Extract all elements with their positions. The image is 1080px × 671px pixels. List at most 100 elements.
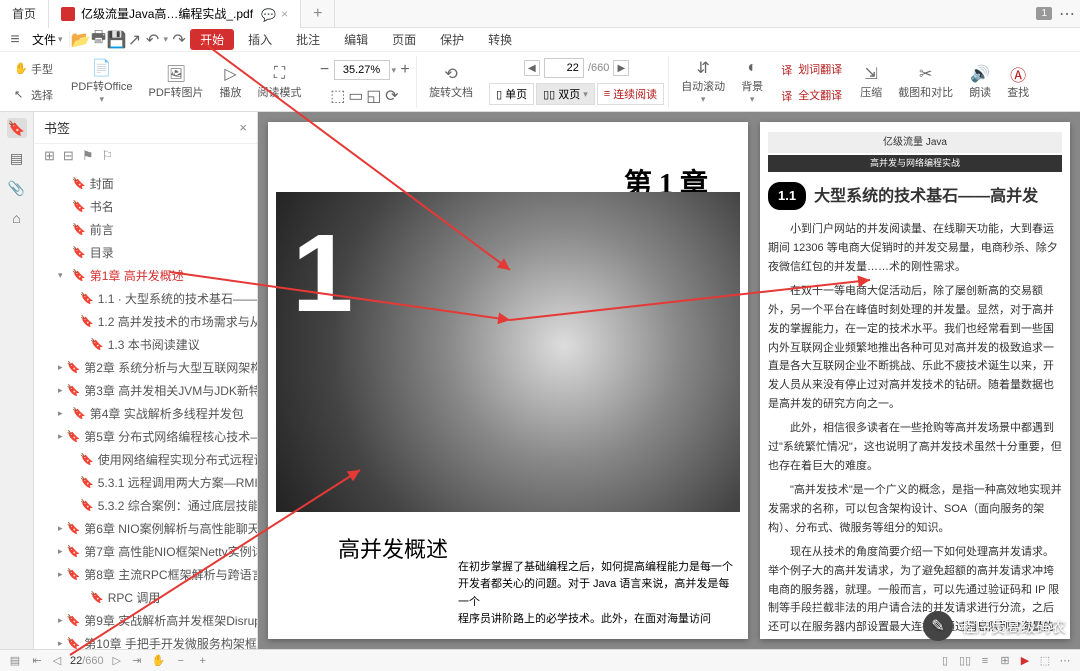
actual-size-icon[interactable]: ◱ <box>367 89 381 103</box>
page-next[interactable]: ▶ <box>613 60 629 76</box>
bookmark-add-icon[interactable]: ⊞ <box>44 148 55 164</box>
outline-item[interactable]: ▾🔖第1章 高并发概述 <box>34 264 257 287</box>
notification-badge[interactable]: 1 <box>1036 7 1052 20</box>
status-zoom-in-icon[interactable]: + <box>196 654 210 668</box>
zoom-in-icon[interactable]: + <box>398 63 412 77</box>
tool-screenshot[interactable]: ✂截图和对比 <box>894 62 957 102</box>
outline-item[interactable]: ▸🔖第5章 分布式网络编程核心技术—远程… <box>34 425 257 448</box>
undo-dropdown[interactable]: ▾ <box>164 34 169 45</box>
menu-protect[interactable]: 保护 <box>430 29 474 50</box>
zoom-reset-icon[interactable]: ⟳ <box>385 89 399 103</box>
menu-page[interactable]: 页面 <box>382 29 426 50</box>
menu-insert[interactable]: 插入 <box>238 29 282 50</box>
bookmark-flag-icon[interactable]: ⚑ <box>82 148 94 164</box>
tool-autoscroll[interactable]: ⇵自动滚动▾ <box>677 56 729 107</box>
tool-word-translate[interactable]: 译划词翻译 <box>779 60 844 78</box>
print-icon[interactable]: 🖶 <box>92 33 106 47</box>
menu-edit[interactable]: 编辑 <box>334 29 378 50</box>
outline-item[interactable]: ▸🔖第2章 系统分析与大型互联网架构设… <box>34 356 257 379</box>
outline-label: 第8章 主流RPC框架解析与跨语言调用… <box>84 566 257 583</box>
menu-file[interactable]: 文件▾ <box>26 31 70 48</box>
page-input[interactable] <box>544 58 584 78</box>
tool-hand[interactable]: ✋手型 <box>12 60 55 78</box>
last-page-icon[interactable]: ⇥ <box>130 654 144 668</box>
status-sidebar-icon[interactable]: ▤ <box>8 654 22 668</box>
outline-item[interactable]: 🔖1.3 本书阅读建议 <box>34 333 257 356</box>
close-tab-icon[interactable]: × <box>281 7 288 21</box>
status-more-icon[interactable]: ⋯ <box>1058 654 1072 668</box>
status-view1-icon[interactable]: ▯ <box>938 654 952 668</box>
outline-item[interactable]: 🔖目录 <box>34 241 257 264</box>
prev-page-icon[interactable]: ◁ <box>50 654 64 668</box>
status-hand-icon[interactable]: ✋ <box>152 654 166 668</box>
tool-pdf-office[interactable]: 📄PDF转Office▾ <box>67 56 137 107</box>
status-view2-icon[interactable]: ▯▯ <box>958 654 972 668</box>
open-icon[interactable]: 📂 <box>74 33 88 47</box>
tool-rotate[interactable]: ⟲旋转文档 <box>425 62 477 102</box>
outline-item[interactable]: 🔖使用网络编程实现分布式远程调用… <box>34 448 257 471</box>
zoom-out-icon[interactable]: − <box>318 63 332 77</box>
bookmark-flag2-icon[interactable]: ⚐ <box>101 148 113 164</box>
undo-icon[interactable]: ↶ <box>146 33 160 47</box>
outline-item[interactable]: 🔖5.3.2 综合案例：通过底层技能实现RI… <box>34 494 257 517</box>
status-view3-icon[interactable]: ≡ <box>978 654 992 668</box>
save-icon[interactable]: 💾 <box>110 33 124 47</box>
chapter-intro: 在初步掌握了基础编程之后，如何提高编程能力是每一个 开发者都关心的问题。对于 J… <box>458 559 738 629</box>
outline-item[interactable]: 🔖5.3.1 远程调用两大方案—RMI与RPC <box>34 471 257 494</box>
outline-item[interactable]: 🔖封面 <box>34 172 257 195</box>
bookmark-collapse-icon[interactable]: ⊟ <box>63 148 74 164</box>
export-icon[interactable]: ↗ <box>128 33 142 47</box>
watermark-text: 程序员高级码农 <box>961 616 1066 637</box>
tool-compress[interactable]: ⇲压缩 <box>856 62 886 102</box>
menu-convert[interactable]: 转换 <box>478 29 522 50</box>
view-continuous[interactable]: ≡连续阅读 <box>597 83 664 105</box>
fit-width-icon[interactable]: ⬚ <box>331 89 345 103</box>
outline-item[interactable]: ▸🔖第4章 实战解析多线程并发包 <box>34 402 257 425</box>
status-fit-icon[interactable]: ⬚ <box>1038 654 1052 668</box>
outline-item[interactable]: ▸🔖第7章 高性能NIO框架Netty实例详解 <box>34 540 257 563</box>
rail-attachment-icon[interactable]: 📎 <box>7 178 27 198</box>
viewer[interactable]: 第 1 章 1 高并发概述 在初步掌握了基础编程之后，如何提高编程能力是每一个 … <box>258 112 1080 649</box>
tab-file[interactable]: 亿级流量Java高…编程实战_.pdf 💬 × <box>49 0 301 28</box>
tool-background[interactable]: ◐背景▾ <box>737 56 767 107</box>
tool-play[interactable]: ▷播放 <box>216 62 246 102</box>
view-double[interactable]: ▯▯双页▾ <box>536 83 595 105</box>
outline-item[interactable]: 🔖RPC 调用 <box>34 586 257 609</box>
outline-item[interactable]: 🔖前言 <box>34 218 257 241</box>
menu-start[interactable]: 开始 <box>190 29 234 50</box>
redo-icon[interactable]: ↷ <box>172 33 186 47</box>
close-sidebar-icon[interactable]: × <box>239 120 247 135</box>
zoom-dropdown[interactable]: ▾ <box>392 65 397 76</box>
hamburger-icon[interactable]: ≡ <box>8 33 22 47</box>
fit-page-icon[interactable]: ▭ <box>349 89 363 103</box>
rail-bookmark-icon[interactable]: 🔖 <box>7 118 27 138</box>
rail-home-icon[interactable]: ⌂ <box>7 208 27 228</box>
view-single[interactable]: ▯单页 <box>489 83 534 105</box>
outline-item[interactable]: ▸🔖第10章 手把手开发微服务构架框架Sp… <box>34 632 257 649</box>
status-view4-icon[interactable]: ⊞ <box>998 654 1012 668</box>
outline-item[interactable]: 🔖书名 <box>34 195 257 218</box>
outline-item[interactable]: ▸🔖第8章 主流RPC框架解析与跨语言调用… <box>34 563 257 586</box>
outline-item[interactable]: ▸🔖第6章 NIO案例解析与高性能聊天室实… <box>34 517 257 540</box>
tool-read-aloud[interactable]: 🔊朗读 <box>965 62 995 102</box>
tool-pdf-image[interactable]: 🖼PDF转图片 <box>145 62 208 102</box>
outline-item[interactable]: 🔖1.1 · 大型系统的技术基石——高… <box>34 287 257 310</box>
rail-outline-icon[interactable]: ▤ <box>7 148 27 168</box>
zoom-input[interactable] <box>334 60 390 80</box>
dropdown-icon[interactable]: ⋯ <box>1060 7 1074 21</box>
menu-annotate[interactable]: 批注 <box>286 29 330 50</box>
tool-read-mode[interactable]: ⛶阅读模式 <box>254 62 306 102</box>
status-record-icon[interactable]: ▶ <box>1018 654 1032 668</box>
tool-select[interactable]: ↖选择 <box>12 86 55 104</box>
tool-full-translate[interactable]: 译全文翻译 <box>779 86 844 104</box>
tab-home[interactable]: 首页 <box>0 0 49 28</box>
outline-item[interactable]: 🔖1.2 高并发技术的市场需求与从业… <box>34 310 257 333</box>
first-page-icon[interactable]: ⇤ <box>30 654 44 668</box>
status-zoom-out-icon[interactable]: − <box>174 654 188 668</box>
outline-item[interactable]: ▸🔖第9章 实战解析高并发框架Disruptor <box>34 609 257 632</box>
tool-find[interactable]: Ⓐ查找 <box>1003 62 1033 102</box>
next-page-icon[interactable]: ▷ <box>110 654 124 668</box>
tab-new[interactable]: + <box>301 0 335 28</box>
page-prev[interactable]: ◀ <box>524 60 540 76</box>
outline-item[interactable]: ▸🔖第3章 高并发相关JVM与JDK新特性案… <box>34 379 257 402</box>
